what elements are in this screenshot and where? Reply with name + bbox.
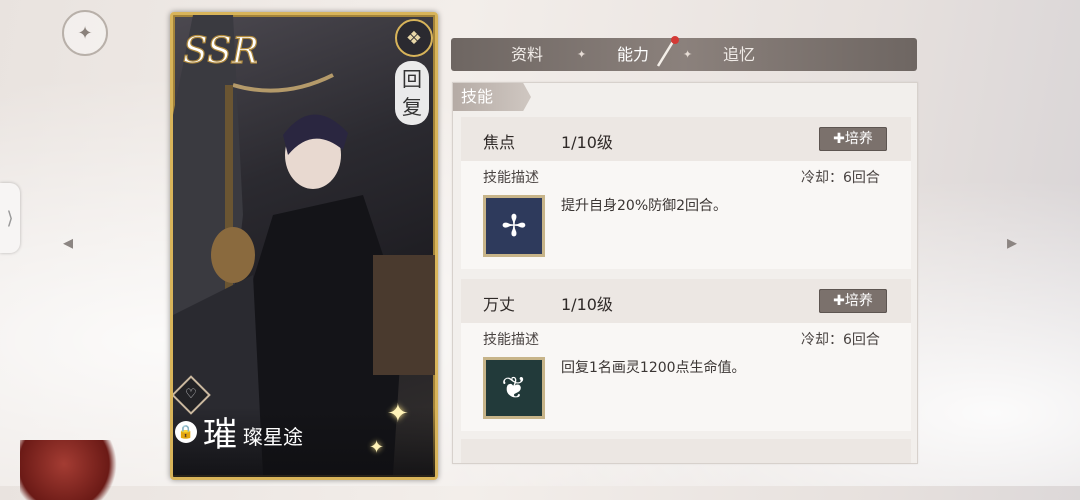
skill-name: 万丈 [483, 295, 516, 314]
skill-description: 提升自身20%防御2回合。 [561, 198, 728, 214]
side-drawer-handle[interactable]: ⟩ [0, 183, 20, 253]
skill-level: 1/10级 [561, 295, 613, 314]
skill-desc-label: 技能描述 [483, 170, 539, 186]
train-button[interactable]: ✚培养 [819, 289, 887, 313]
chevron-right-icon: ⟩ [6, 207, 14, 229]
tab-ability[interactable]: 能力 [617, 38, 649, 71]
skill-item: 焦点 1/10级 ✚培养 技能描述 冷却：6回合 ✢ 提升自身20%防御2回合。 [461, 117, 911, 269]
tab-memory[interactable]: 追忆 [723, 38, 755, 71]
skill-cooldown: 冷却：6回合 [801, 332, 880, 348]
tab-profile[interactable]: 资料 [511, 38, 543, 71]
winged-cross-icon[interactable]: ✢ [483, 195, 545, 257]
skill-name: 焦点 [483, 133, 516, 152]
tab-separator: ✦ [577, 48, 587, 61]
skill-item: 万丈 1/10级 ✚培养 技能描述 冷却：6回合 ❦ 回复1名画灵1200点生命… [461, 279, 911, 431]
tab-bar: 资料 ✦ 能力 ✦ 追忆 [451, 38, 917, 71]
leaf-sparkle-icon[interactable]: ❦ [483, 357, 545, 419]
train-button[interactable]: ✚培养 [819, 127, 887, 151]
knot-emblem-icon: ❖ [395, 19, 433, 57]
arrow-right-icon: ▸ [1006, 230, 1018, 254]
next-card-button[interactable]: ▸ [996, 228, 1028, 256]
character-card[interactable]: SSR ❖ 回复 ♡ 🔒 璀 璨星途 ✦ ✦ [170, 12, 438, 480]
card-type-label: 回复 [395, 61, 429, 125]
section-label-skills: 技能 [453, 83, 531, 111]
previous-card-button[interactable]: ◂ [52, 228, 84, 256]
arrow-left-icon: ◂ [62, 230, 74, 254]
compass-icon[interactable]: ✦ [62, 10, 108, 56]
skill-description: 回复1名画灵1200点生命值。 [561, 360, 746, 376]
svg-text:SSR: SSR [183, 31, 257, 72]
skill-desc-label: 技能描述 [483, 332, 539, 348]
lock-icon[interactable]: 🔒 [175, 421, 197, 443]
tab-separator: ✦ [683, 48, 693, 61]
card-name-main: 璀 [203, 415, 237, 455]
skill-level: 1/10级 [561, 133, 613, 152]
heart-icon: ♡ [185, 387, 197, 402]
sparkle-icon: ✦ [369, 437, 385, 458]
skills-panel: 技能 焦点 1/10级 ✚培养 技能描述 冷却：6回合 ✢ 提升自身20%防御2… [452, 82, 918, 464]
rose-decoration [20, 440, 130, 500]
brush-icon [656, 36, 679, 67]
card-name-title: 璨星途 [243, 425, 303, 449]
skill-cooldown: 冷却：6回合 [801, 170, 880, 186]
sparkle-icon: ✦ [387, 399, 409, 429]
ssr-rarity-badge: SSR [182, 30, 257, 72]
next-skill-peek [461, 439, 911, 463]
